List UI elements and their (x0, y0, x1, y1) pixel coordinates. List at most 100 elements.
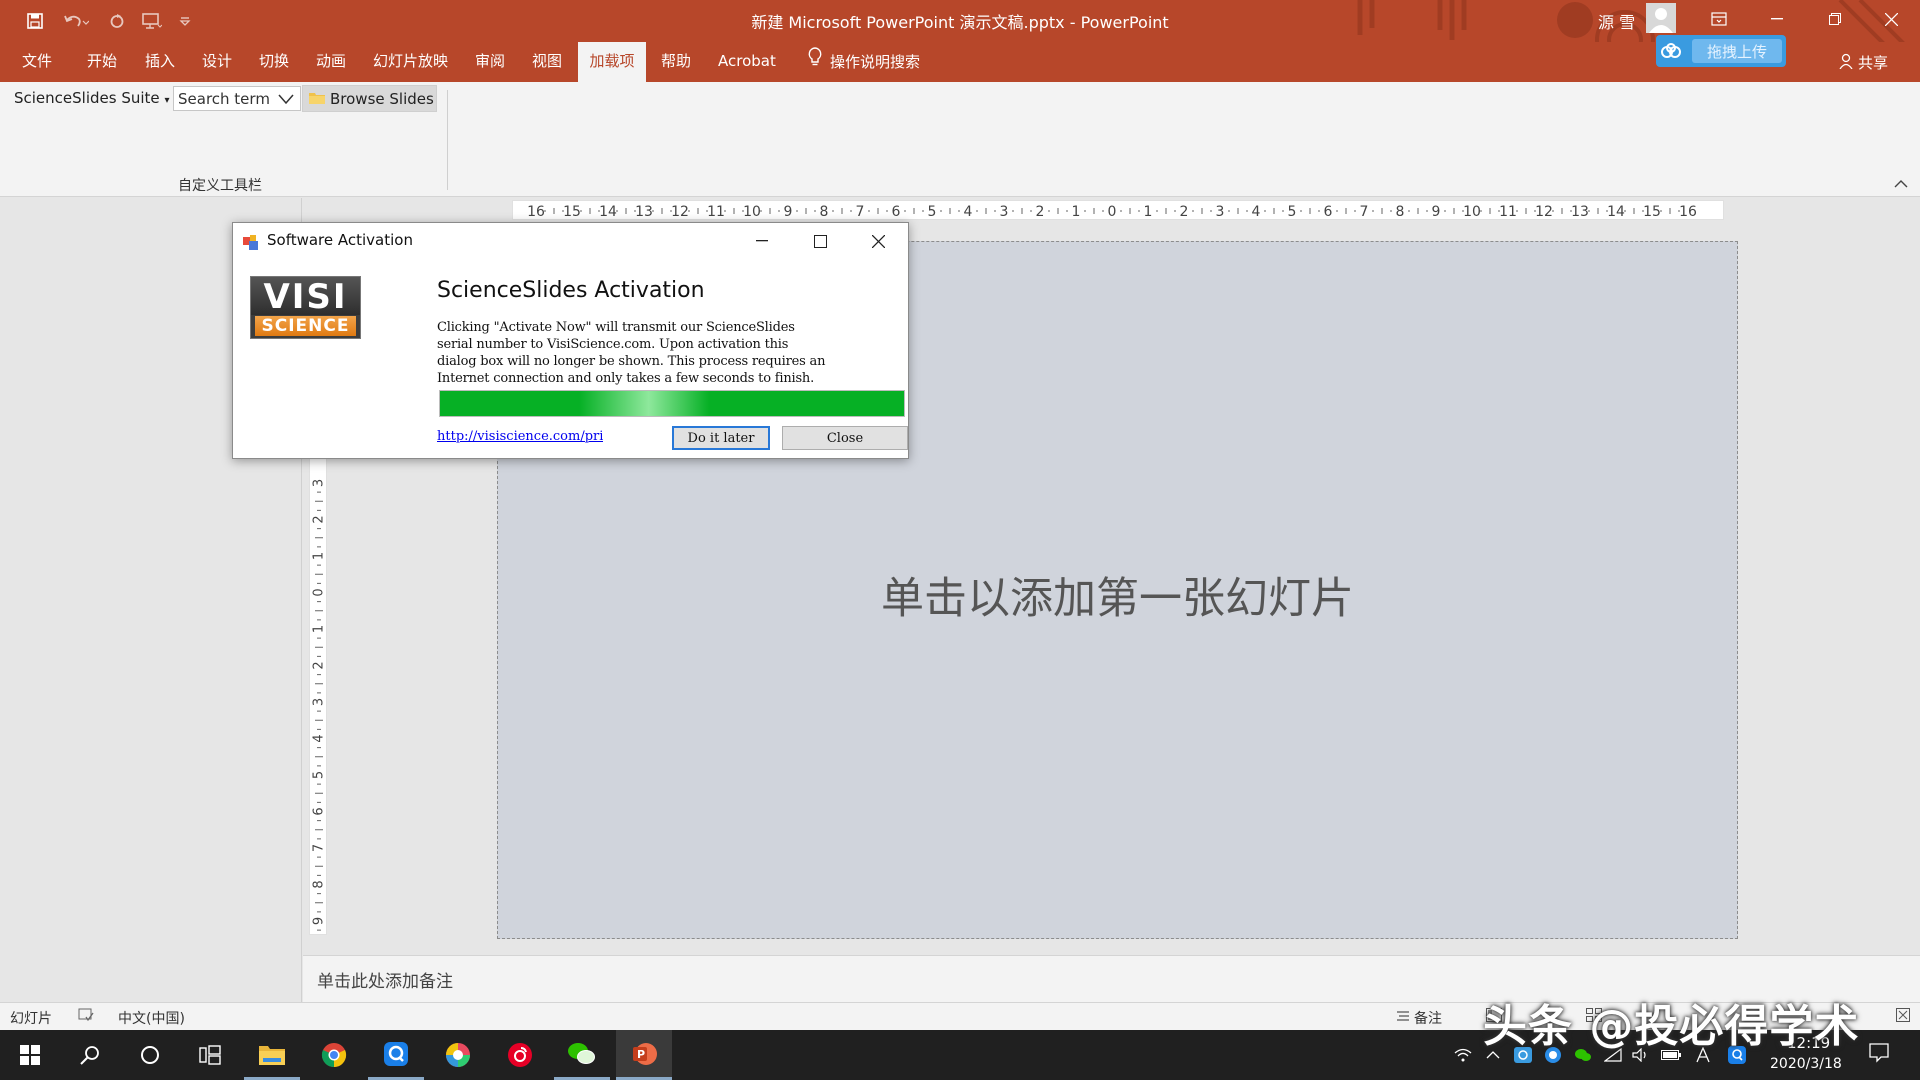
wifi-icon[interactable] (1452, 1046, 1474, 1064)
visiscience-logo: VISI SCIENCE (250, 276, 361, 339)
spellcheck-icon[interactable] (78, 1008, 94, 1026)
tab-acrobat[interactable]: Acrobat (718, 42, 776, 82)
dialog-heading: ScienceSlides Activation (437, 278, 705, 303)
notes-icon (1396, 1010, 1410, 1026)
slides-status[interactable]: 幻灯片 (10, 1008, 52, 1028)
dialog-body-text: Clicking "Activate Now" will transmit ou… (437, 320, 826, 386)
ruler-label: 13 (1571, 204, 1589, 220)
browse-slides-label: Browse Slides (330, 89, 434, 108)
color-wheel-app-icon[interactable] (430, 1030, 486, 1080)
ruler-label: 16 (1679, 204, 1697, 220)
tab-view[interactable]: 视图 (532, 42, 562, 82)
windows-start-icon[interactable] (2, 1030, 58, 1080)
browser-q-icon[interactable] (368, 1030, 424, 1080)
language-status[interactable]: 中文(中国) (118, 1008, 185, 1028)
tab-file[interactable]: 文件 (22, 42, 52, 82)
notification-center-icon[interactable] (1868, 1043, 1890, 1063)
ruler-label: 5 (1288, 204, 1297, 220)
share-label: 共享 (1858, 54, 1889, 72)
dialog-minimize-icon[interactable] (733, 223, 791, 259)
ruler-label: 6 (312, 807, 327, 815)
cortana-icon[interactable] (122, 1030, 178, 1080)
tab-review[interactable]: 审阅 (475, 42, 505, 82)
tab-slideshow[interactable]: 幻灯片放映 (373, 42, 448, 82)
search-icon[interactable] (62, 1030, 118, 1080)
close-icon[interactable] (1862, 0, 1920, 38)
avatar[interactable] (1646, 3, 1676, 33)
chevron-down-icon[interactable] (278, 91, 294, 109)
notes-label: 备注 (1414, 1011, 1442, 1027)
ruler-label: 3 (1000, 204, 1009, 220)
tell-me-label: 操作说明搜索 (830, 53, 921, 71)
user-name[interactable]: 源 雪 (1598, 9, 1635, 33)
restore-icon[interactable] (1806, 0, 1864, 38)
upload-label: 拖拽上传 (1692, 39, 1782, 63)
chrome-icon[interactable] (306, 1030, 362, 1080)
scienceslides-suite-dropdown[interactable]: ScienceSlides Suite ▾ (14, 89, 169, 107)
folder-icon (309, 90, 325, 108)
browse-slides-button[interactable]: Browse Slides (302, 85, 437, 112)
tab-transitions[interactable]: 切换 (259, 42, 289, 82)
ruler-label: 7 (312, 844, 327, 852)
slide-placeholder-text[interactable]: 单击以添加第一张幻灯片 (498, 564, 1737, 626)
task-view-icon[interactable] (182, 1030, 238, 1080)
ruler-label: 7 (856, 204, 865, 220)
ruler-label: 6 (892, 204, 901, 220)
dialog-title: Software Activation (267, 231, 413, 249)
ruler-label: 10 (1463, 204, 1481, 220)
ruler-label: 4 (1252, 204, 1261, 220)
ruler-label: 14 (599, 204, 617, 220)
title-bar: 新建 Microsoft PowerPoint 演示文稿.pptx - Powe… (0, 0, 1920, 82)
wechat-icon[interactable] (554, 1030, 610, 1080)
cloud-icon (1656, 35, 1686, 67)
watermark: 头条 @投必得学术 (1483, 1001, 1860, 1052)
minimize-icon[interactable] (1748, 0, 1806, 38)
ruler-label: 3 (1216, 204, 1225, 220)
ruler-label: 12 (671, 204, 689, 220)
notes-toggle[interactable]: 备注 (1396, 1008, 1442, 1028)
dialog-close-icon[interactable] (849, 223, 907, 259)
ruler-label: 5 (928, 204, 937, 220)
ribbon-tabs: 文件 开始 插入 设计 切换 动画 幻灯片放映 审阅 视图 加载项 帮助 Acr… (0, 42, 1920, 82)
close-button[interactable]: Close (782, 426, 908, 450)
do-it-later-button[interactable]: Do it later (672, 426, 770, 450)
tab-design[interactable]: 设计 (202, 42, 232, 82)
lightbulb-icon (808, 43, 822, 81)
notes-placeholder[interactable]: 单击此处添加备注 (317, 967, 453, 992)
collapse-ribbon-icon[interactable] (1894, 177, 1908, 193)
tab-home[interactable]: 开始 (87, 42, 117, 82)
software-activation-dialog: Software Activation VISI SCIENCE Science… (232, 222, 909, 459)
ruler-label: 10 (743, 204, 761, 220)
tab-help[interactable]: 帮助 (661, 42, 691, 82)
fit-to-window-icon[interactable] (1896, 1008, 1910, 1026)
ruler-label: 6 (1324, 204, 1333, 220)
ruler-label: 1 (312, 625, 327, 633)
dialog-maximize-icon[interactable] (791, 223, 849, 259)
ribbon-group-label: 自定义工具栏 (178, 178, 262, 194)
ruler-label: 1 (1072, 204, 1081, 220)
tab-addins[interactable]: 加载项 (578, 42, 646, 82)
clock-date[interactable]: 2020/3/18 (1770, 1056, 1842, 1072)
progress-fill (440, 391, 904, 416)
powerpoint-icon[interactable]: P (616, 1030, 672, 1080)
netease-music-icon[interactable] (492, 1030, 548, 1080)
tab-animations[interactable]: 动画 (316, 42, 346, 82)
app-window-icon (243, 235, 259, 255)
ruler-label: 13 (635, 204, 653, 220)
upload-button[interactable]: 拖拽上传 (1656, 35, 1786, 67)
tell-me-search[interactable]: 操作说明搜索 (808, 42, 920, 82)
ruler-label: 4 (964, 204, 973, 220)
share-button[interactable]: 共享 (1838, 52, 1888, 73)
ruler-label: 1 (312, 552, 327, 560)
horizontal-ruler-ticks: 16 15 14 13 12 11 10 9 8 7 6 5 4 3 2 1 0 1 2 3 4 5 6 7 8 9 10 11 12 1… (527, 204, 1697, 220)
chevron-down-icon: ▾ (164, 95, 170, 106)
file-explorer-icon[interactable] (244, 1030, 300, 1080)
ruler-label: 2 (1180, 204, 1189, 220)
ruler-label: 11 (1499, 204, 1517, 220)
ribbon-display-options-icon[interactable] (1690, 0, 1748, 38)
tab-insert[interactable]: 插入 (145, 42, 175, 82)
privacy-link[interactable]: http://visiscience.com/privacy (437, 429, 603, 444)
ruler-label: 0 (1108, 204, 1117, 220)
ruler-label: 8 (1396, 204, 1405, 220)
ruler-label: 4 (312, 734, 327, 742)
